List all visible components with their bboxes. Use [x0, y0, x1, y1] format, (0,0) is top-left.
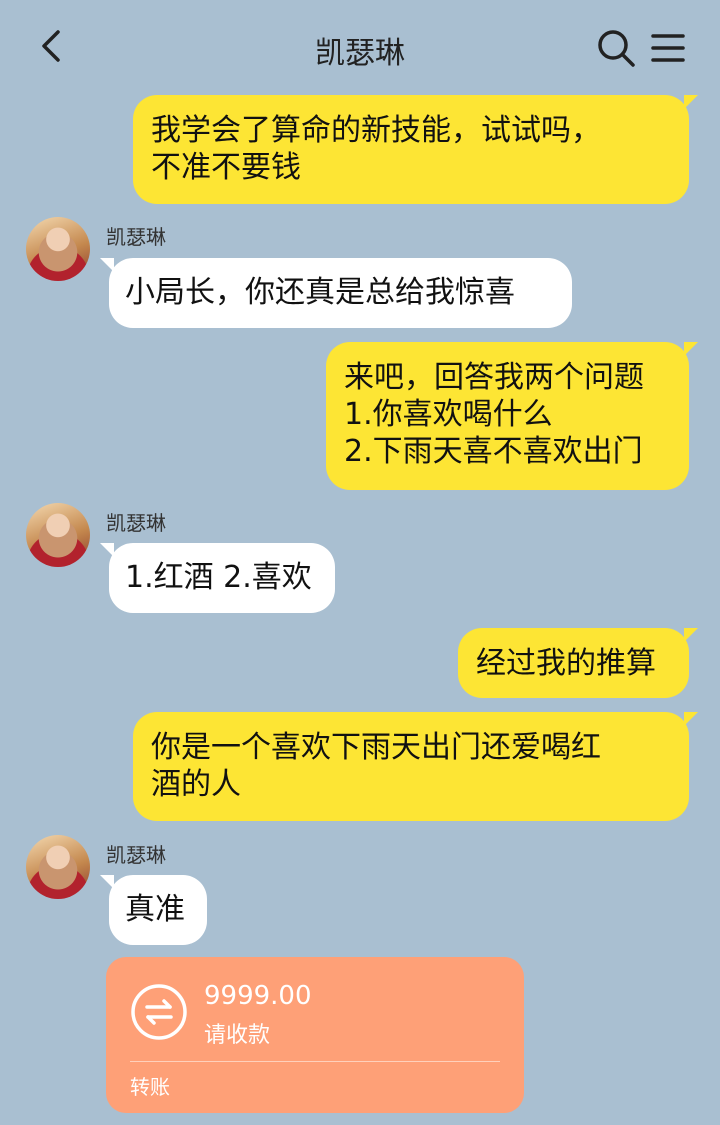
- my-message-bubble[interactable]: 经过我的推算: [458, 628, 698, 698]
- sender-name: 凯瑟琳: [106, 225, 166, 249]
- their-message-bubble[interactable]: 小局长，你还真是总给我惊喜: [100, 258, 572, 328]
- transfer-subtitle: 请收款: [204, 1023, 271, 1048]
- message-text-line: 不准不要钱: [151, 150, 301, 185]
- sender-name: 凯瑟琳: [106, 843, 166, 867]
- transfer-card[interactable]: 9999.00 请收款 转账: [106, 957, 524, 1113]
- transfer-type-label: 转账: [130, 1075, 170, 1099]
- message-text-line: 经过我的推算: [476, 646, 656, 681]
- search-icon[interactable]: [596, 28, 636, 68]
- menu-icon[interactable]: [650, 30, 686, 66]
- sender-name: 凯瑟琳: [106, 511, 166, 535]
- transfer-arrows-icon: [131, 984, 187, 1040]
- divider: [130, 1061, 500, 1062]
- message-text-line: 酒的人: [151, 767, 241, 802]
- transfer-amount: 9999.00: [204, 981, 312, 1011]
- message-text-line: 来吧，回答我两个问题: [344, 360, 644, 395]
- message-text-line: 1.红酒 2.喜欢: [125, 560, 312, 595]
- message-text-line: 小局长，你还真是总给我惊喜: [125, 275, 515, 310]
- message-text-line: 2.下雨天喜不喜欢出门: [344, 434, 643, 469]
- chat-header: 凯瑟琳: [0, 0, 720, 96]
- their-message-bubble[interactable]: 真准: [100, 875, 207, 945]
- avatar[interactable]: [26, 835, 90, 899]
- my-message-bubble[interactable]: 我学会了算命的新技能，试试吗， 不准不要钱: [133, 95, 698, 204]
- message-text-line: 我学会了算命的新技能，试试吗，: [151, 113, 601, 148]
- message-text-line: 1.你喜欢喝什么: [344, 397, 553, 432]
- their-message-bubble[interactable]: 1.红酒 2.喜欢: [100, 543, 335, 613]
- message-text-line: 真准: [125, 892, 185, 927]
- message-text-line: 你是一个喜欢下雨天出门还爱喝红: [151, 730, 601, 765]
- my-message-bubble[interactable]: 你是一个喜欢下雨天出门还爱喝红 酒的人: [133, 712, 698, 821]
- avatar[interactable]: [26, 503, 90, 567]
- avatar[interactable]: [26, 217, 90, 281]
- my-message-bubble[interactable]: 来吧，回答我两个问题 1.你喜欢喝什么 2.下雨天喜不喜欢出门: [326, 342, 698, 490]
